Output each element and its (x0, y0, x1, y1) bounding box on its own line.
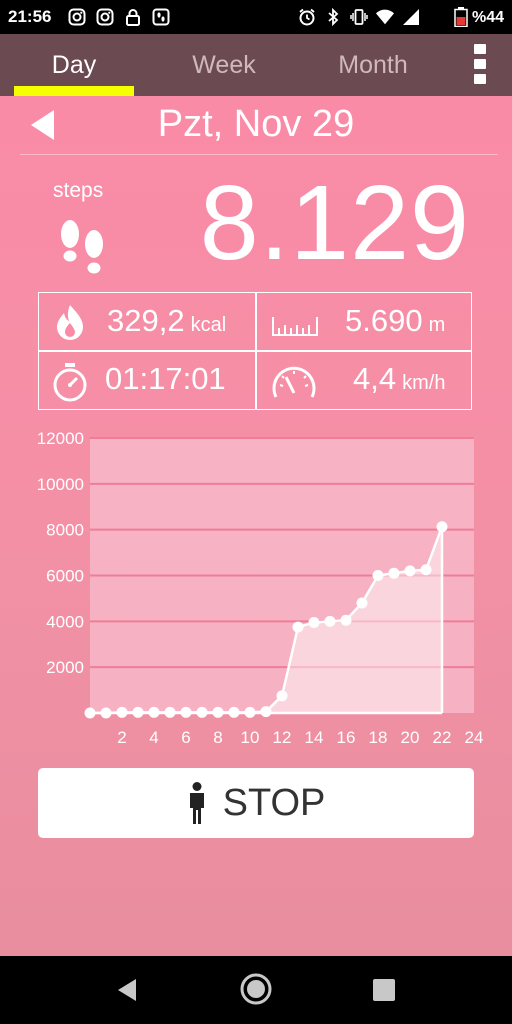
tab-week[interactable]: Week (164, 34, 284, 96)
recents-icon[interactable] (373, 979, 395, 1001)
distance-unit: m (428, 314, 446, 336)
tab-label: Week (192, 50, 256, 79)
overflow-menu-icon[interactable] (474, 44, 488, 84)
fitness-app-icon (152, 8, 170, 26)
calories-unit: kcal (190, 314, 227, 336)
battery-level: %44 (471, 9, 504, 26)
stop-button[interactable]: STOP (38, 768, 474, 838)
chart-data-point (116, 706, 128, 718)
status-left-icons (68, 8, 170, 26)
chart-data-point (356, 597, 368, 609)
chart-data-point (292, 621, 304, 633)
x-tick-label: 14 (305, 728, 324, 747)
flame-icon (57, 305, 83, 340)
person-icon (189, 782, 204, 824)
x-tick-label: 16 (337, 728, 356, 747)
distance-value: 5.690 (345, 303, 423, 338)
chart-data-point (372, 570, 384, 581)
distance-value-line: 5.690 m (345, 303, 445, 339)
x-tick-label: 8 (213, 728, 222, 747)
x-tick-label: 24 (465, 728, 484, 747)
ruler-icon (272, 317, 318, 336)
x-tick-label: 4 (149, 728, 158, 747)
alarm-icon (298, 8, 316, 26)
bluetooth-icon (324, 8, 342, 26)
lock-icon (124, 8, 142, 26)
y-tick-label: 4000 (46, 612, 84, 631)
speed-stat: 4,4 km/h (257, 352, 473, 409)
chart-data-point (324, 615, 336, 627)
speedometer-icon (272, 366, 316, 398)
instagram-icon (96, 8, 114, 26)
x-tick-label: 12 (273, 728, 292, 747)
chart-data-point (244, 706, 256, 718)
vibrate-icon (350, 8, 368, 26)
back-icon[interactable] (116, 978, 138, 1002)
steps-chart: 200040006000800010000120002 4 6 8 10 12 14 16 18… (37, 432, 484, 747)
distance-stat: 5.690 m (257, 293, 473, 350)
chart-data-point (180, 706, 192, 718)
stats-grid: 329,2 kcal 5.690 m 01:17:01 4,4 km/h (38, 292, 472, 410)
status-bar: 21:56 %44 (0, 0, 512, 34)
chart-data-point (84, 707, 96, 719)
status-right-icons (298, 8, 420, 26)
chart-data-point (100, 707, 112, 719)
x-tick-label: 6 (181, 728, 190, 747)
instagram-icon (68, 8, 86, 26)
duration-value: 01:17:01 (105, 361, 226, 396)
x-tick-label: 10 (241, 728, 260, 747)
y-tick-label: 12000 (37, 432, 84, 448)
steps-label: steps (53, 179, 104, 202)
calories-value: 329,2 (107, 303, 185, 338)
tab-label: Day (51, 50, 97, 79)
stopwatch-icon (53, 363, 87, 402)
x-tick-label: 22 (433, 728, 452, 747)
app-screen: Day Week Month Pzt, Nov 29 steps 8.129 3… (0, 34, 512, 956)
tab-bar: Day Week Month (0, 34, 512, 96)
chart-data-point (436, 521, 448, 533)
date-title: Pzt, Nov 29 (157, 103, 355, 145)
chart-data-point (388, 567, 400, 579)
signal-icon (402, 8, 420, 26)
chart-data-point (308, 616, 320, 628)
speed-unit: km/h (402, 372, 446, 394)
active-tab-indicator (14, 86, 134, 96)
battery-icon (454, 7, 468, 28)
divider (20, 154, 498, 155)
speed-value: 4,4 (353, 361, 397, 396)
wifi-icon (376, 8, 394, 26)
chart-data-point (260, 706, 272, 718)
chart-data-point (420, 564, 432, 576)
steps-count: 8.129 (199, 164, 470, 282)
date-row: Pzt, Nov 29 (0, 96, 512, 154)
chart-data-point (196, 706, 208, 718)
footprints-icon (61, 220, 103, 274)
chart-data-point (148, 706, 160, 718)
calories-value-line: 329,2 kcal (107, 303, 226, 339)
y-tick-label: 8000 (46, 521, 84, 540)
x-tick-label: 18 (369, 728, 388, 747)
chart-data-point (164, 706, 176, 718)
duration-stat: 01:17:01 (39, 352, 255, 409)
chart-data-point (228, 706, 240, 718)
tab-label: Month (338, 50, 408, 79)
y-tick-label: 10000 (37, 475, 84, 494)
y-tick-label: 6000 (46, 567, 84, 586)
chart-data-point (404, 565, 416, 577)
x-tick-label: 2 (117, 728, 126, 747)
status-time: 21:56 (8, 7, 52, 26)
speed-value-line: 4,4 km/h (353, 361, 445, 397)
y-tick-label: 2000 (46, 658, 84, 677)
chart-data-point (132, 706, 144, 718)
chart-data-point (212, 706, 224, 718)
x-tick-label: 20 (401, 728, 420, 747)
home-icon[interactable] (240, 973, 272, 1005)
navigation-bar (0, 956, 512, 1024)
chart-data-point (340, 614, 352, 626)
calories-stat: 329,2 kcal (39, 293, 255, 350)
chart-data-point (276, 690, 288, 702)
tab-month[interactable]: Month (313, 34, 433, 96)
stop-button-label: STOP (222, 781, 326, 824)
